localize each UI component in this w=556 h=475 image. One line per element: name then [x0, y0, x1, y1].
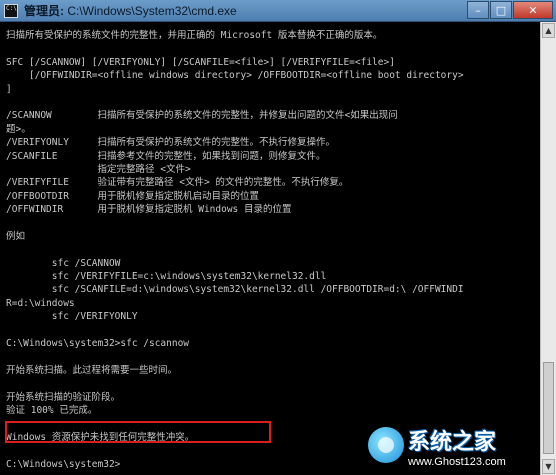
console-line: 指定完整路径 <文件>: [6, 163, 191, 175]
console-line: [/OFFWINDIR=<offline windows directory> …: [6, 70, 464, 82]
title-bar[interactable]: 管理员: C:\Windows\System32\cmd.exe – □ ✕: [0, 0, 556, 22]
watermark-logo-icon: [368, 427, 404, 463]
cmd-app-icon[interactable]: [4, 3, 18, 18]
console-line: /OFFWINDIR 用于脱机修复指定脱机 Windows 目录的位置: [6, 204, 292, 216]
console-line: ]: [6, 83, 12, 95]
console-line: 题>。: [6, 123, 31, 135]
console-line: 验证 100% 已完成。: [6, 404, 98, 416]
console-line: sfc /SCANNOW: [6, 257, 121, 269]
console-line: R=d:\windows: [6, 297, 75, 309]
scroll-down-arrow-icon[interactable]: ▼: [542, 459, 555, 474]
console-line: C:\Windows\system32>sfc /scannow: [6, 337, 190, 349]
window-controls: – □ ✕: [467, 1, 553, 19]
console-line: /SCANNOW 扫描所有受保护的系统文件的完整性，并修复出问题的文件<如果出现…: [6, 110, 398, 122]
scroll-up-arrow-icon[interactable]: ▲: [542, 23, 555, 38]
console-line: 例如: [6, 230, 26, 242]
console-line: sfc /VERIFYONLY: [6, 311, 138, 323]
watermark-name: 系统之家: [408, 430, 497, 455]
cmd-window: 管理员: C:\Windows\System32\cmd.exe – □ ✕ 扫…: [0, 0, 556, 475]
title-path: C:\Windows\System32\cmd.exe: [67, 4, 237, 18]
close-button[interactable]: ✕: [513, 1, 553, 19]
console-line: 开始系统扫描的验证阶段。: [6, 391, 121, 403]
minimize-button[interactable]: –: [467, 1, 489, 19]
scrollbar-thumb[interactable]: [543, 362, 554, 454]
console-line: /SCANFILE 扫描参考文件的完整性，如果找到问题，则修复文件。: [6, 150, 326, 162]
title-admin-prefix: 管理员:: [24, 4, 64, 18]
console-line: 开始系统扫描。此过程将需要一些时间。: [6, 364, 178, 376]
console-line: sfc /VERIFYFILE=c:\windows\system32\kern…: [6, 271, 327, 283]
window-title: 管理员: C:\Windows\System32\cmd.exe: [24, 2, 237, 19]
result-highlight-box: [5, 421, 271, 443]
console-output[interactable]: 扫描所有受保护的系统文件的完整性，并用正确的 Microsoft 版本替换不正确…: [6, 29, 532, 469]
watermark: 系统之家 www.Ghost123.com: [368, 424, 538, 474]
console-line: sfc /SCANFILE=d:\windows\system32\kernel…: [6, 284, 464, 296]
console-line: SFC [/SCANNOW] [/VERIFYONLY] [/SCANFILE=…: [6, 56, 395, 68]
console-line: /VERIFYONLY 扫描所有受保护的系统文件的完整性。不执行修复操作。: [6, 137, 336, 149]
console-line: /VERIFYFILE 验证带有完整路径 <文件> 的文件的完整性。不执行修复。: [6, 177, 349, 189]
watermark-url: www.Ghost123.com: [408, 456, 506, 468]
console-line: 扫描所有受保护的系统文件的完整性，并用正确的 Microsoft 版本替换不正确…: [6, 30, 383, 41]
console-line: /OFFBOOTDIR 用于脱机修复指定脱机启动目录的位置: [6, 190, 260, 202]
vertical-scrollbar[interactable]: ▲ ▼: [540, 22, 556, 475]
maximize-button[interactable]: □: [490, 1, 512, 19]
